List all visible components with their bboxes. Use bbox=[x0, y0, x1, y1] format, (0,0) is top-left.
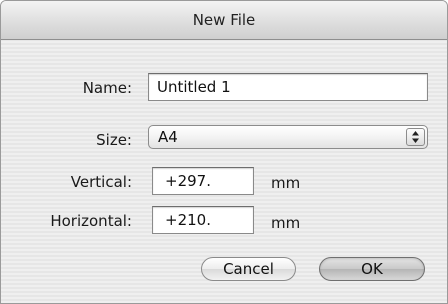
name-field[interactable]: Untitled 1 bbox=[148, 73, 428, 101]
ok-button[interactable]: OK bbox=[319, 257, 425, 281]
vertical-field[interactable]: +297. bbox=[152, 167, 254, 195]
size-label: Size: bbox=[96, 131, 132, 149]
vertical-unit: mm bbox=[271, 174, 301, 192]
cancel-button[interactable]: Cancel bbox=[201, 257, 296, 281]
new-file-dialog: New File Name: Untitled 1 Size: A4 Verti… bbox=[0, 0, 448, 304]
vertical-label: Vertical: bbox=[70, 173, 132, 191]
dialog-title: New File bbox=[1, 1, 447, 40]
name-label: Name: bbox=[82, 79, 132, 97]
size-popup[interactable]: A4 bbox=[148, 125, 428, 149]
horizontal-field[interactable]: +210. bbox=[152, 206, 254, 234]
size-popup-value: A4 bbox=[158, 128, 178, 146]
horizontal-unit: mm bbox=[271, 214, 301, 232]
up-down-arrows-icon bbox=[406, 128, 425, 146]
horizontal-label: Horizontal: bbox=[50, 212, 132, 230]
